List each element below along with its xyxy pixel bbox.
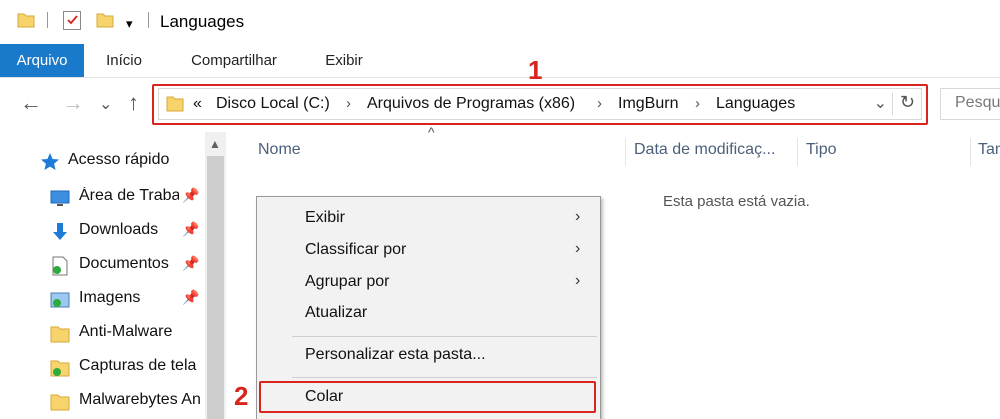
empty-folder-message: Esta pasta está vazia. [663,193,810,210]
nav-item-capturas-de-tela[interactable]: Capturas de tela [0,350,205,384]
nav-item-imagens[interactable]: Imagens 📌 [0,282,205,316]
menu-label: Personalizar esta pasta... [305,346,486,363]
recent-locations-button[interactable]: ⌄ [99,94,112,116]
up-button[interactable]: ↑ [128,92,139,114]
nav-label: Documentos [79,255,169,272]
nav-label: Imagens [79,289,141,306]
column-header-data-modificacao[interactable]: Data de modificaç... [634,141,775,159]
title-bar: ▾ Languages [0,0,1000,44]
nav-item-anti-malware[interactable]: Anti-Malware [0,316,205,350]
column-header-nome[interactable]: Nome [258,141,301,159]
menu-item-classificar-por[interactable]: Classificar por › [257,235,600,266]
tab-compartilhar[interactable]: Compartilhar [178,44,290,77]
menu-label: Classificar por [305,241,407,258]
nav-label: Malwarebytes An [79,391,201,408]
download-arrow-icon [53,223,67,240]
folder-sync-icon [50,360,70,377]
tab-inicio[interactable]: Início [96,44,152,77]
documents-icon [52,256,68,276]
annotation-2: 2 [234,381,249,411]
ribbon-tabs: Arquivo Início Compartilhar Exibir [0,44,1000,78]
submenu-arrow-icon: › [575,272,581,289]
menu-label: Agrupar por [305,273,390,290]
submenu-arrow-icon: › [575,208,581,225]
nav-item-downloads[interactable]: Downloads 📌 [0,214,205,248]
menu-item-personalizar[interactable]: Personalizar esta pasta... [257,340,600,371]
pin-icon[interactable]: 📌 [182,289,199,306]
menu-separator [292,377,597,378]
nav-label: Downloads [79,221,159,238]
nav-item-area-de-trabalho[interactable]: Área de Traba 📌 [0,180,205,214]
column-header-tamanho[interactable]: Tam [978,141,1000,159]
menu-separator [292,336,597,337]
pin-icon[interactable]: 📌 [182,255,199,272]
search-input[interactable]: Pesquisar [940,88,1000,120]
nav-item-malwarebytes[interactable]: Malwarebytes An [0,384,205,418]
pin-icon[interactable]: 📌 [182,221,199,238]
desktop-icon [50,190,70,206]
menu-item-agrupar-por[interactable]: Agrupar por › [257,267,600,298]
new-folder-icon[interactable] [96,11,114,29]
address-highlight-box [152,84,928,125]
menu-item-exibir[interactable]: Exibir › [257,203,600,234]
sort-caret-icon: ^ [428,124,435,140]
folder-icon [50,394,70,411]
scroll-up-icon[interactable]: ▲ [209,137,221,151]
menu-label: Exibir [305,209,346,226]
pin-icon[interactable]: 📌 [182,187,199,204]
qat-separator [47,12,48,28]
submenu-arrow-icon: › [575,240,581,257]
nav-label: Acesso rápido [68,151,170,168]
forward-button[interactable]: → [62,92,84,114]
column-divider[interactable] [970,138,971,166]
window-title: Languages [160,12,245,31]
title-separator [148,12,149,28]
scroll-thumb[interactable] [207,156,224,419]
nav-label: Capturas de tela [79,357,197,374]
tab-arquivo[interactable]: Arquivo [0,44,84,77]
folder-icon[interactable] [17,11,35,29]
column-divider[interactable] [797,138,798,166]
pictures-icon [50,292,70,308]
back-button[interactable]: ← [20,92,42,114]
nav-label: Área de Traba [79,187,179,204]
menu-label: Atualizar [305,304,368,321]
menu-item-atualizar[interactable]: Atualizar [257,298,600,329]
navigation-pane: Acesso rápido Área de Traba 📌 Downloads … [0,132,226,419]
properties-icon[interactable] [63,11,81,30]
nav-item-documentos[interactable]: Documentos 📌 [0,248,205,282]
paste-highlight-box [259,381,596,413]
nav-item-acesso-rapido[interactable]: Acesso rápido [0,144,205,178]
column-header-tipo[interactable]: Tipo [806,141,837,159]
column-divider[interactable] [625,138,626,166]
star-icon [41,153,59,170]
nav-label: Anti-Malware [79,323,173,340]
folder-icon [50,326,70,343]
nav-scrollbar[interactable]: ▲ [205,132,226,419]
tab-exibir[interactable]: Exibir [314,44,374,77]
qat-dropdown-icon[interactable]: ▾ [126,17,133,30]
annotation-1: 1 [528,55,543,85]
